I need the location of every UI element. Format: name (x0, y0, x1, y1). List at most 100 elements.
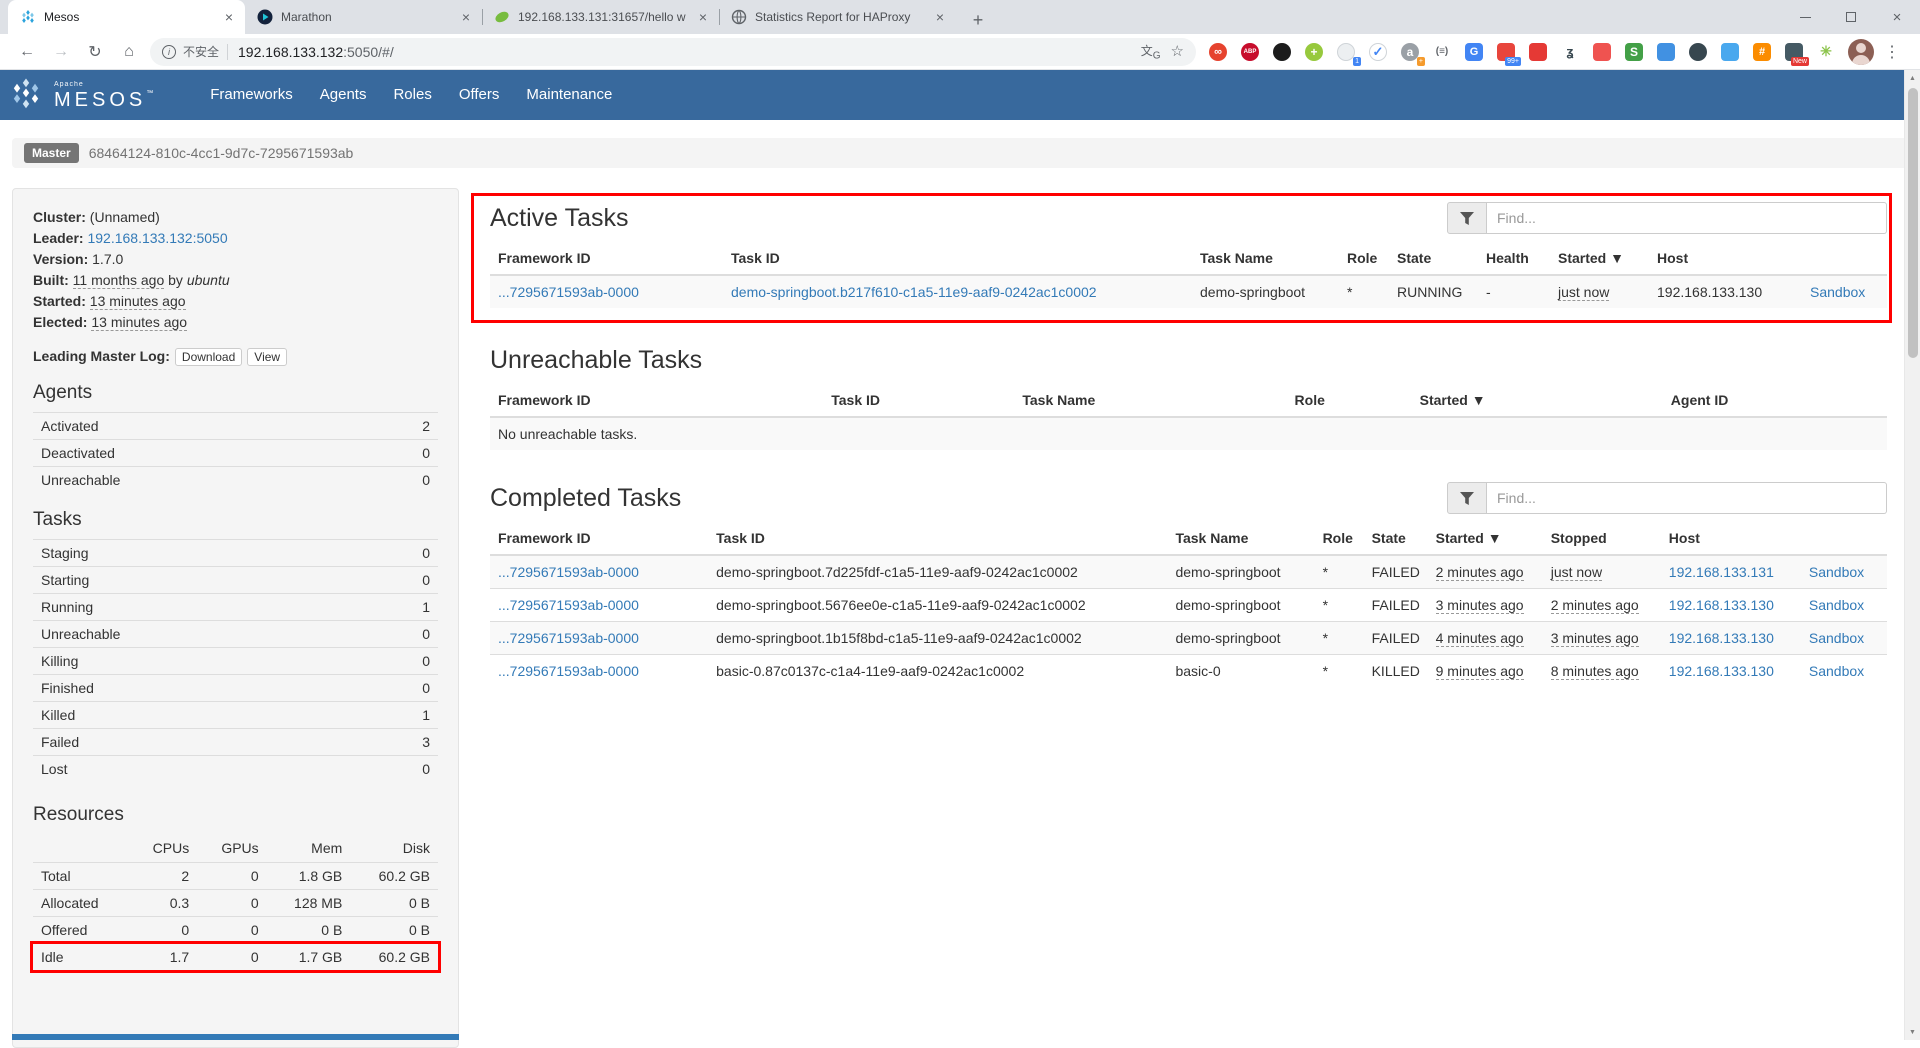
mesos-logo[interactable]: Apache MESOS™ (8, 77, 157, 113)
s-green-icon[interactable]: S (1624, 42, 1644, 62)
dark-globe-icon[interactable] (1688, 42, 1708, 62)
sandbox-link[interactable]: Sandbox (1809, 663, 1864, 679)
column-header[interactable]: Host (1661, 522, 1801, 555)
column-header[interactable]: Role (1315, 522, 1364, 555)
stat-value: 0 (357, 540, 438, 567)
tab-close-icon[interactable]: × (221, 9, 237, 25)
browser-tab[interactable]: Statistics Report for HAProxy× (719, 0, 956, 34)
leader-link[interactable]: 192.168.133.132:5050 (87, 230, 227, 246)
browser-tab[interactable]: 192.168.133.131:31657/hello w× (482, 0, 719, 34)
framework-id-link[interactable]: ...7295671593ab-0000 (498, 564, 639, 580)
sandbox-link[interactable]: Sandbox (1809, 630, 1864, 646)
column-header[interactable]: Framework ID (490, 522, 708, 555)
tab-close-icon[interactable]: × (458, 9, 474, 25)
google-translate-icon[interactable]: G (1464, 42, 1484, 62)
chat-blue-icon[interactable] (1720, 42, 1740, 62)
column-header[interactable] (1801, 522, 1887, 555)
active-tasks-find-input[interactable] (1487, 202, 1887, 234)
outline-char-icon[interactable]: ʓ (1560, 42, 1580, 62)
forward-icon[interactable]: → (48, 43, 74, 61)
address-bar[interactable]: i 不安全 192.168.133.132:5050/#/ 文G ☆ (150, 38, 1196, 66)
column-header[interactable]: Started ▼ (1428, 522, 1543, 555)
completed-tasks-find-input[interactable] (1487, 482, 1887, 514)
browser-menu-icon[interactable]: ⋮ (1884, 42, 1900, 62)
paren-menu-icon[interactable]: (≡) (1432, 42, 1452, 62)
cat-gray-icon[interactable]: 1 (1336, 42, 1356, 62)
adblock-plus-icon[interactable]: ABP (1240, 42, 1260, 62)
column-header[interactable]: Health (1478, 242, 1550, 275)
gray-a-icon[interactable]: a+ (1400, 42, 1420, 62)
new-badge-icon[interactable]: New (1784, 42, 1804, 62)
refresh-icon[interactable]: ↻ (82, 42, 108, 62)
close-window-button[interactable]: × (1874, 0, 1920, 34)
framework-id-link[interactable]: ...7295671593ab-0000 (498, 630, 639, 646)
column-header[interactable] (1802, 242, 1887, 275)
translate-icon[interactable]: 文G (1141, 42, 1161, 61)
infinity-red-icon[interactable]: ∞ (1208, 42, 1228, 62)
column-header[interactable]: Role (1339, 242, 1389, 275)
framework-id-link[interactable]: ...7295671593ab-0000 (498, 284, 639, 300)
download-log-button[interactable]: Download (175, 348, 242, 366)
framework-id-link[interactable]: ...7295671593ab-0000 (498, 663, 639, 679)
profile-avatar[interactable] (1848, 39, 1874, 65)
scrollbar-up-arrow[interactable]: ▲ (1905, 70, 1920, 86)
home-icon[interactable]: ⌂ (116, 43, 142, 61)
logo-apache-text: Apache (54, 81, 157, 88)
column-header[interactable]: State (1389, 242, 1478, 275)
host-link[interactable]: 192.168.133.131 (1669, 564, 1774, 580)
column-header[interactable]: Role (1287, 384, 1412, 417)
column-header[interactable]: State (1364, 522, 1428, 555)
browser-tab[interactable]: Mesos× (8, 0, 245, 34)
column-header[interactable]: Task Name (1014, 384, 1286, 417)
column-header[interactable]: Task Name (1167, 522, 1314, 555)
minimize-window-button[interactable] (1782, 0, 1828, 34)
zhekou-red-icon[interactable] (1528, 42, 1548, 62)
filter-icon-button[interactable] (1447, 482, 1487, 514)
framework-id-link[interactable]: ...7295671593ab-0000 (498, 597, 639, 613)
penguin-black-icon[interactable] (1272, 42, 1292, 62)
scrollbar-thumb[interactable] (1908, 88, 1918, 358)
bookmark-star-icon[interactable]: ☆ (1171, 42, 1184, 60)
grid-orange-icon[interactable]: # (1752, 42, 1772, 62)
tab-close-icon[interactable]: × (932, 9, 948, 25)
scrollbar-down-arrow[interactable]: ▼ (1905, 1024, 1920, 1040)
view-log-button[interactable]: View (247, 348, 287, 366)
tab-close-icon[interactable]: × (695, 9, 711, 25)
column-header[interactable]: Framework ID (490, 384, 823, 417)
browser-tab[interactable]: Marathon× (245, 0, 482, 34)
nav-item-frameworks[interactable]: Frameworks (210, 86, 293, 103)
column-header[interactable]: Framework ID (490, 242, 723, 275)
column-header[interactable]: Started ▼ (1550, 242, 1649, 275)
page-scrollbar[interactable]: ▲ ▼ (1904, 70, 1920, 1040)
host-link[interactable]: 192.168.133.130 (1669, 597, 1774, 613)
column-header[interactable]: Stopped (1543, 522, 1661, 555)
page-info-icon[interactable]: i (162, 45, 176, 59)
new-tab-button[interactable]: + (964, 6, 992, 34)
nav-item-offers[interactable]: Offers (459, 86, 500, 103)
column-header[interactable]: Task ID (823, 384, 1014, 417)
host-link[interactable]: 192.168.133.130 (1669, 663, 1774, 679)
nav-item-roles[interactable]: Roles (393, 86, 431, 103)
column-header[interactable]: Host (1649, 242, 1802, 275)
sandbox-link[interactable]: Sandbox (1809, 597, 1864, 613)
column-header[interactable]: Task ID (723, 242, 1192, 275)
nav-item-agents[interactable]: Agents (320, 86, 367, 103)
nav-item-maintenance[interactable]: Maintenance (526, 86, 612, 103)
check-blue-icon[interactable]: ✓ (1368, 42, 1388, 62)
filter-icon-button[interactable] (1447, 202, 1487, 234)
column-header[interactable]: Started ▼ (1412, 384, 1663, 417)
maximize-window-button[interactable] (1828, 0, 1874, 34)
column-header[interactable]: Task Name (1192, 242, 1339, 275)
sandbox-link[interactable]: Sandbox (1809, 564, 1864, 580)
red-square-badge-icon[interactable]: 99+ (1496, 42, 1516, 62)
back-icon[interactable]: ← (14, 43, 40, 61)
task-id-link[interactable]: demo-springboot.b217f610-c1a5-11e9-aaf9-… (731, 284, 1097, 300)
column-header[interactable]: Task ID (708, 522, 1167, 555)
host-link[interactable]: 192.168.133.130 (1669, 630, 1774, 646)
green-plus-icon[interactable]: + (1304, 42, 1324, 62)
column-header[interactable]: Agent ID (1663, 384, 1887, 417)
sandbox-link[interactable]: Sandbox (1810, 284, 1865, 300)
hui-red-icon[interactable] (1592, 42, 1612, 62)
blue-doc-icon[interactable] (1656, 42, 1676, 62)
snowflake-icon[interactable]: ✳ (1816, 42, 1836, 62)
